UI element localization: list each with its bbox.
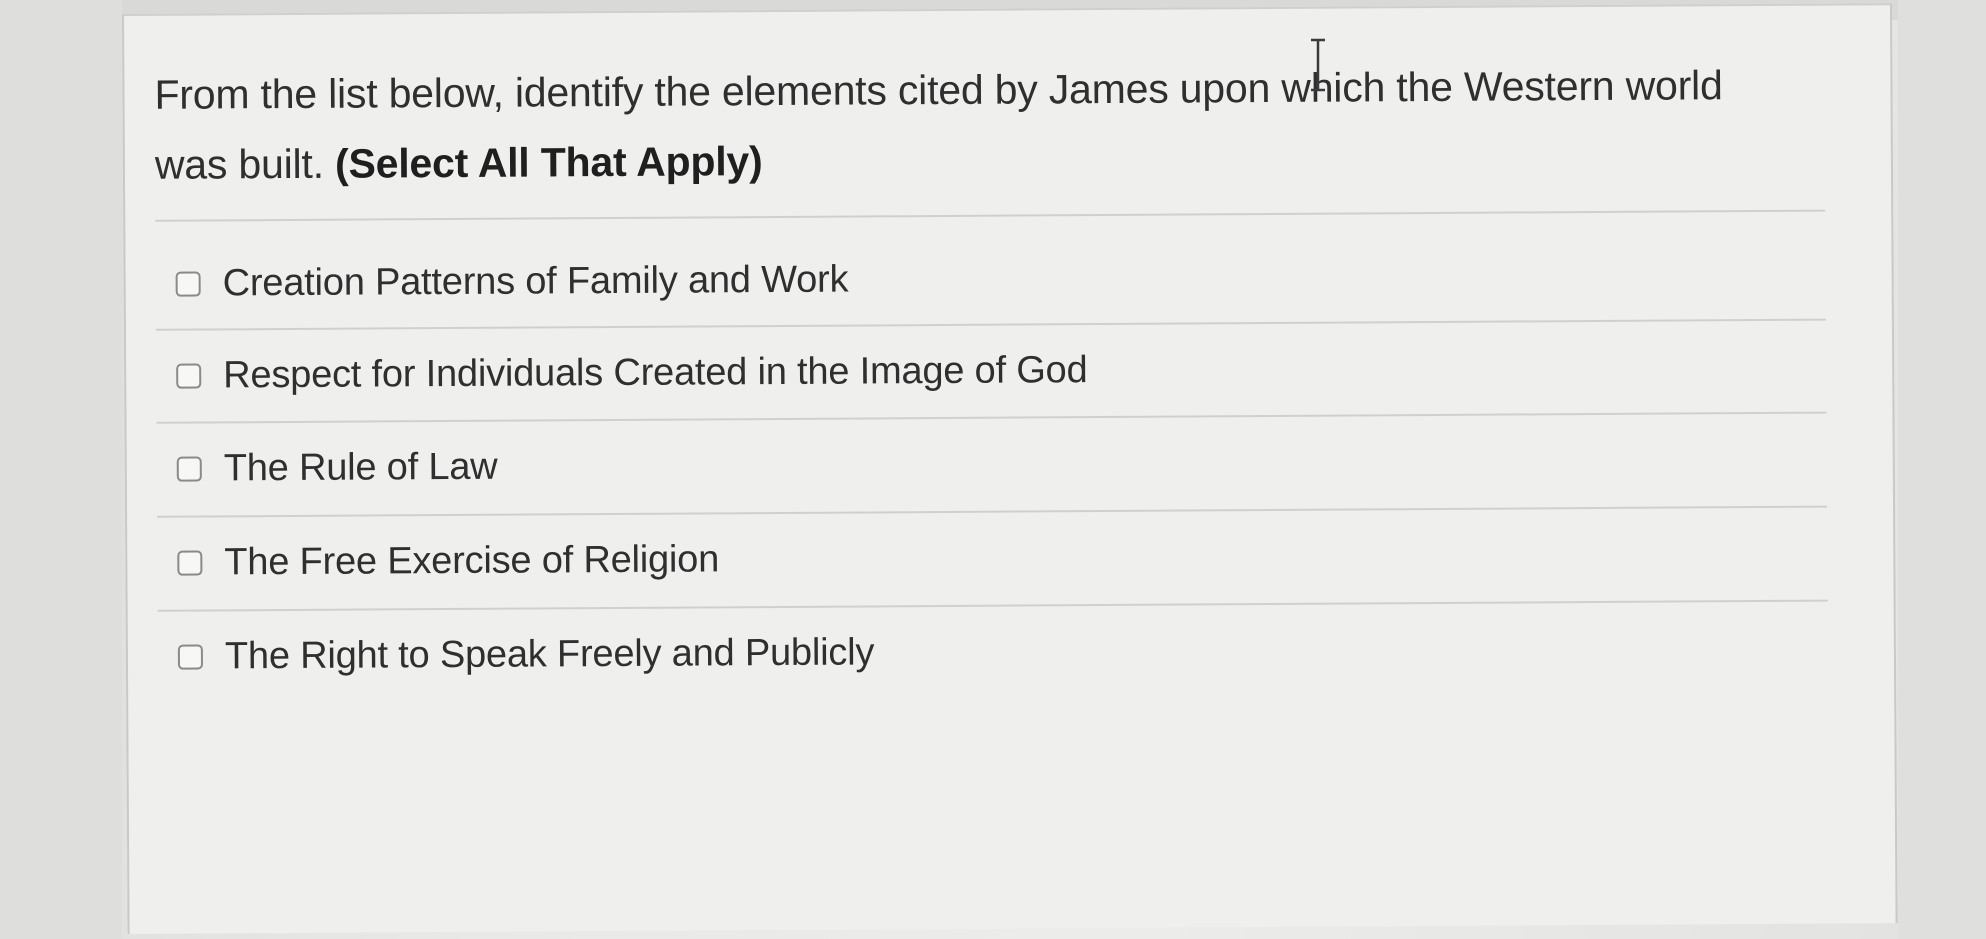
answer-option-5[interactable]: The Right to Speak Freely and Publicly [177,622,875,686]
divider [156,411,1827,424]
answer-label: The Rule of Law [223,445,498,489]
select-all-instruction: (Select All That Apply) [334,138,763,187]
answer-label: The Free Exercise of Religion [224,537,720,583]
question-text: From the list below, identify the elemen… [154,50,1805,200]
divider [155,318,1826,331]
answer-label: Creation Patterns of Family and Work [222,258,849,304]
question-card: From the list below, identify the elemen… [122,3,1898,934]
answer-label: Respect for Individuals Created in the I… [223,348,1088,396]
divider [155,209,1826,222]
answer-label: The Right to Speak Freely and Publicly [224,630,875,677]
answer-option-4[interactable]: The Free Exercise of Religion [177,529,719,592]
answer-option-3[interactable]: The Rule of Law [176,437,498,499]
answer-option-1[interactable]: Creation Patterns of Family and Work [175,250,848,314]
answer-checkbox[interactable] [176,456,202,482]
right-gutter [1898,0,1986,939]
answer-checkbox[interactable] [177,644,204,670]
answer-checkbox[interactable] [176,363,202,389]
answer-option-2[interactable]: Respect for Individuals Created in the I… [176,340,1088,406]
answer-checkbox[interactable] [175,271,201,297]
left-gutter [0,0,122,939]
divider [157,599,1828,612]
quiz-page: From the list below, identify the elemen… [0,0,1986,939]
divider [157,505,1828,518]
answer-checkbox[interactable] [177,550,203,576]
text-cursor-icon [1311,38,1325,92]
